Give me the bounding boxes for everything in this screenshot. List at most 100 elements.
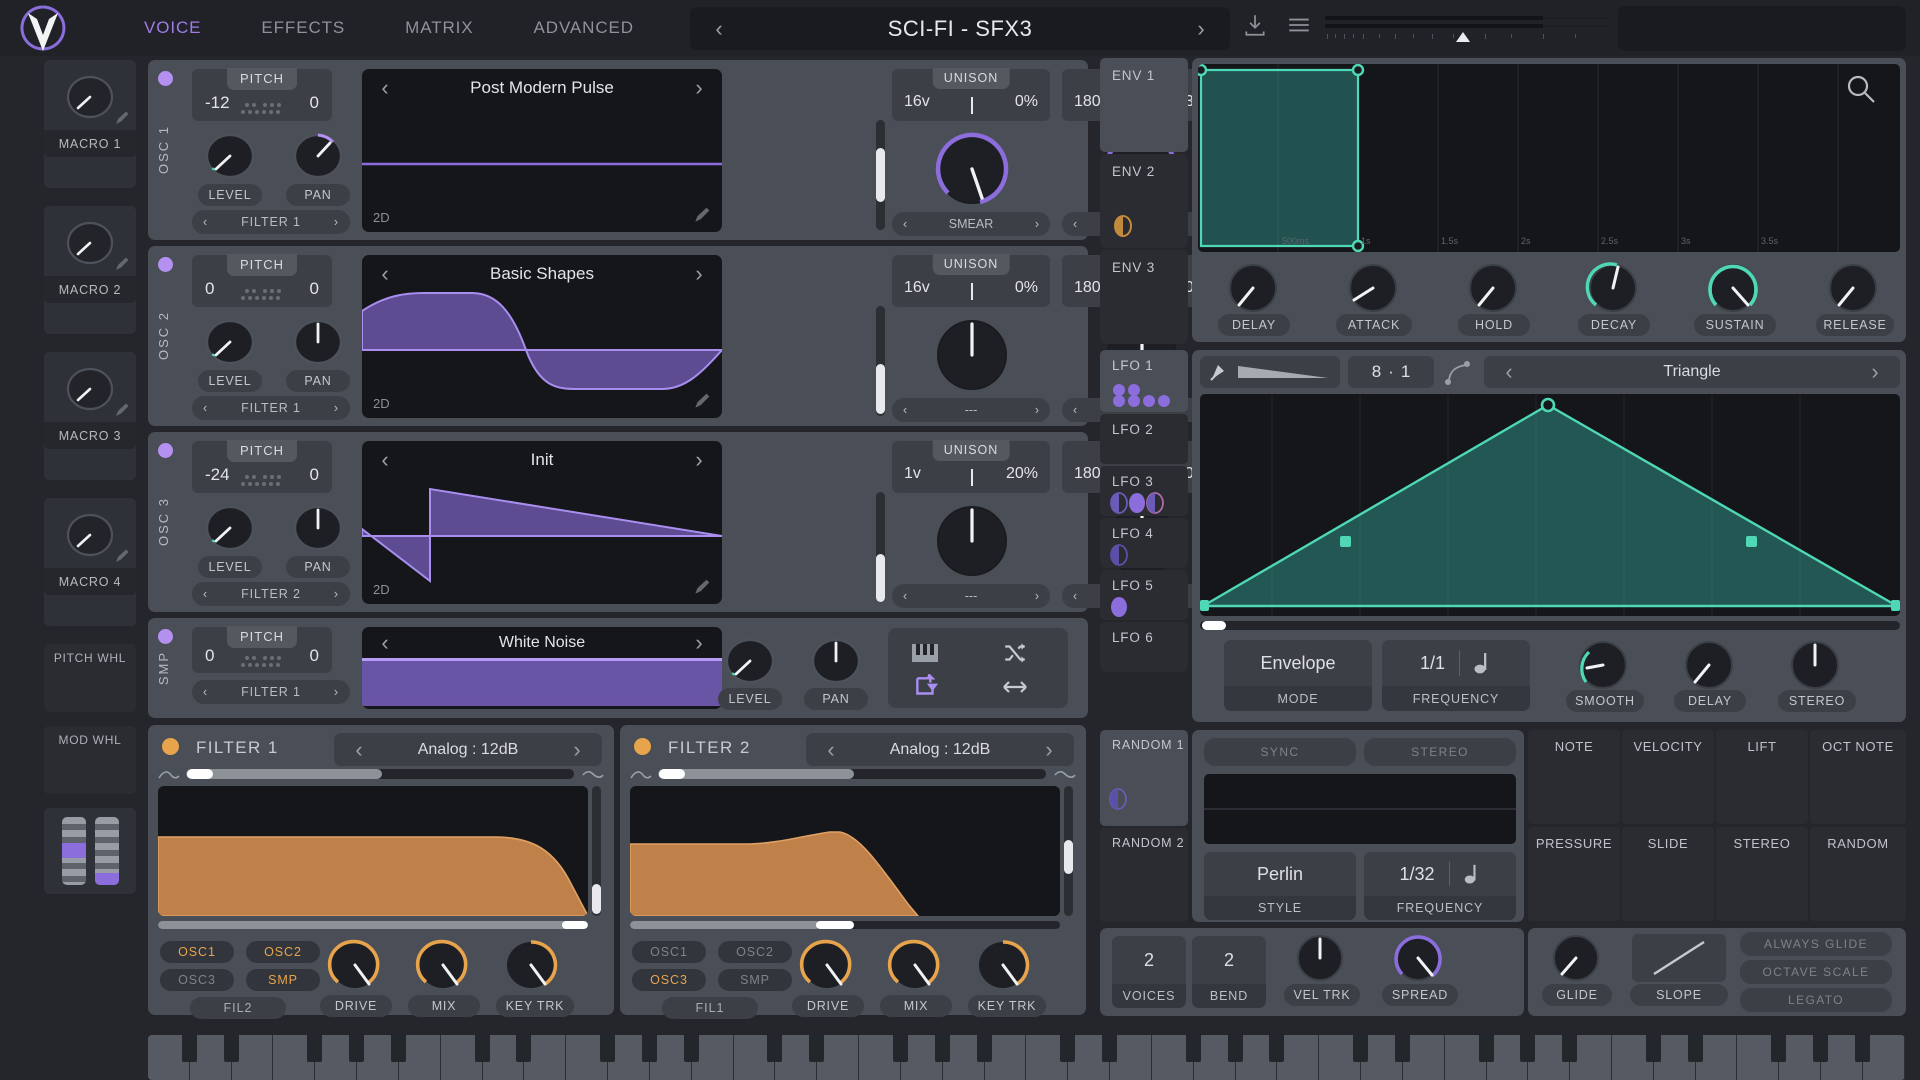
- random-phase-icon[interactable]: [1000, 640, 1030, 666]
- osc-1-edit-icon[interactable]: [693, 206, 711, 224]
- osc-2-pitch-value[interactable]: 0: [205, 279, 214, 299]
- voices-value[interactable]: 2: [1112, 936, 1186, 984]
- osc-2-filter-prev-icon[interactable]: ‹: [203, 401, 208, 415]
- mod-source-pressure[interactable]: PRESSURE: [1528, 827, 1620, 921]
- filter-1-vertical-scroll[interactable]: [592, 786, 601, 916]
- sampler-filter-routing[interactable]: ‹ FILTER 1 ›: [192, 680, 350, 704]
- lfo-tab-4[interactable]: LFO 4: [1100, 518, 1188, 568]
- osc-2-mod2-prev-icon[interactable]: ‹: [1073, 403, 1077, 417]
- osc-2-mod1-next-icon[interactable]: ›: [1035, 403, 1039, 417]
- osc-2-pitch-box[interactable]: PITCH 0 0: [192, 254, 332, 307]
- lfo-5-mod-dot-icon[interactable]: [1108, 596, 1130, 618]
- osc-1-unison-detune[interactable]: 0%: [1015, 93, 1038, 111]
- osc-3-wavetable-scrollbar[interactable]: [876, 492, 885, 602]
- osc-2-mod1-knob[interactable]: [926, 314, 1018, 396]
- mod-source-slide[interactable]: SLIDE: [1622, 827, 1714, 921]
- lfo-tab-3[interactable]: LFO 3: [1100, 466, 1188, 516]
- filter-2-enable-toggle[interactable]: [634, 738, 651, 755]
- preset-name[interactable]: SCI-FI - SFX3: [730, 16, 1190, 42]
- osc-3-tune-value[interactable]: 0: [310, 465, 319, 485]
- random-sync-button[interactable]: SYNC: [1204, 738, 1356, 766]
- keyboard-white-key[interactable]: [273, 1035, 323, 1080]
- osc-1-pan-knob[interactable]: [288, 130, 348, 182]
- osc-2-mod1-prev-icon[interactable]: ‹: [903, 403, 907, 417]
- envelope-delay-knob[interactable]: [1222, 260, 1284, 316]
- sampler-waveform-display[interactable]: ‹ White Noise ›: [362, 627, 722, 709]
- filter-1-drive-knob[interactable]: [324, 937, 386, 993]
- osc-3-pitch-value[interactable]: -24: [205, 465, 230, 485]
- osc-2-unison-voices[interactable]: 16v: [904, 279, 930, 297]
- filter-2-drive-knob[interactable]: [796, 937, 858, 993]
- macro-1[interactable]: MACRO 1: [44, 60, 136, 188]
- osc-3-mod1-prev-icon[interactable]: ‹: [903, 589, 907, 603]
- mod-source-stereo[interactable]: STEREO: [1716, 827, 1808, 921]
- osc-1-smear-selector[interactable]: ‹ SMEAR ›: [892, 212, 1050, 236]
- octave-scale-button[interactable]: OCTAVE SCALE: [1740, 960, 1892, 984]
- envelope-graph[interactable]: 500ms 1s 1.5s 2s 2.5s 3s 3.5s: [1198, 64, 1900, 252]
- vel-trk-knob[interactable]: [1290, 932, 1350, 984]
- filter-1-source-osc2[interactable]: OSC2: [246, 941, 320, 963]
- macro-4[interactable]: MACRO 4: [44, 498, 136, 626]
- keyboard-white-key[interactable]: [440, 1035, 490, 1080]
- glide-slope-graph[interactable]: [1632, 934, 1726, 982]
- osc-2-unison-detune[interactable]: 0%: [1015, 279, 1038, 297]
- osc-3-level-knob[interactable]: [200, 502, 260, 554]
- filter-1-keytrk-knob[interactable]: [500, 937, 562, 993]
- mod-source-oct-note[interactable]: OCT NOTE: [1810, 730, 1906, 824]
- filter-2-vertical-scroll[interactable]: [1064, 786, 1073, 916]
- osc-1-smear-knob[interactable]: [926, 128, 1018, 210]
- osc-3-unison-voices[interactable]: 1v: [904, 465, 921, 483]
- pitch-wheel-source[interactable]: PITCH WHL: [44, 644, 136, 712]
- envelope-release-knob[interactable]: [1822, 260, 1884, 316]
- osc-2-filter-next-icon[interactable]: ›: [334, 401, 339, 415]
- keyboard-tracking-icon[interactable]: [910, 640, 940, 666]
- keyboard-white-key[interactable]: [1026, 1035, 1076, 1080]
- filter-1-source-smp[interactable]: SMP: [246, 969, 320, 991]
- keyboard-white-key[interactable]: [1444, 1035, 1494, 1080]
- osc-1-smear-next-icon[interactable]: ›: [1035, 217, 1039, 231]
- lfo-horizontal-scroll[interactable]: [1200, 621, 1900, 630]
- osc-3-unison-box[interactable]: UNISON 1v 20%: [892, 440, 1050, 493]
- tab-voice[interactable]: VOICE: [114, 12, 231, 44]
- keyboard-white-key[interactable]: [1611, 1035, 1661, 1080]
- macro-3-edit-icon[interactable]: [114, 402, 130, 418]
- osc-1-filter-routing[interactable]: ‹ FILTER 1 ›: [192, 210, 350, 234]
- keyboard-white-key[interactable]: [148, 1035, 197, 1080]
- mod-source-note[interactable]: NOTE: [1528, 730, 1620, 824]
- osc-3-filter-routing[interactable]: ‹ FILTER 2 ›: [192, 582, 350, 606]
- lfo-grid-num-right[interactable]: 1: [1401, 362, 1410, 382]
- filter-1-mode-next-icon[interactable]: ›: [566, 737, 588, 763]
- lfo-4-mod-dot-icon[interactable]: [1108, 544, 1130, 566]
- spread-knob[interactable]: [1388, 932, 1448, 984]
- filter-2-source-osc1[interactable]: OSC1: [632, 941, 706, 963]
- quarter-note-icon[interactable]: [1464, 863, 1481, 885]
- envelope-decay-knob[interactable]: [1582, 260, 1644, 316]
- keyboard-white-key[interactable]: [859, 1035, 908, 1080]
- filter-2-mode-next-icon[interactable]: ›: [1038, 737, 1060, 763]
- lfo-tab-6[interactable]: LFO 6: [1100, 622, 1188, 672]
- download-icon[interactable]: [1242, 10, 1268, 40]
- keyboard-white-key[interactable]: [1151, 1035, 1201, 1080]
- lfo-grid-num-left[interactable]: 8: [1372, 362, 1381, 382]
- random-frequency-value[interactable]: 1/32: [1399, 864, 1434, 885]
- osc-3-wavetable-display[interactable]: ‹ Init › 2D: [362, 441, 722, 604]
- macro-4-edit-icon[interactable]: [114, 548, 130, 564]
- osc-3-pan-knob[interactable]: [288, 502, 348, 554]
- random-graph[interactable]: [1204, 774, 1516, 844]
- mod-source-velocity[interactable]: VELOCITY: [1622, 730, 1714, 824]
- envelope-tab-2[interactable]: ENV 2: [1100, 154, 1188, 248]
- osc-1-tune-value[interactable]: 0: [310, 93, 319, 113]
- filter-1-source-osc1[interactable]: OSC1: [160, 941, 234, 963]
- random-tab-2[interactable]: RANDOM 2: [1100, 828, 1188, 922]
- osc-1-pitch-box[interactable]: PITCH -12 0: [192, 68, 332, 121]
- lfo-shape-selector[interactable]: ‹ Triangle ›: [1484, 356, 1900, 388]
- lfo-graph[interactable]: [1200, 394, 1900, 616]
- keyboard-white-key[interactable]: [733, 1035, 783, 1080]
- lfo-smooth-knob[interactable]: [1572, 638, 1634, 692]
- random-1-mod-dot-icon[interactable]: [1107, 788, 1129, 810]
- bounce-icon[interactable]: [1000, 676, 1030, 698]
- osc-2-edit-icon[interactable]: [693, 392, 711, 410]
- random-tab-1[interactable]: RANDOM 1: [1100, 730, 1188, 826]
- envelope-tab-3[interactable]: ENV 3: [1100, 250, 1188, 344]
- filter-1-enable-toggle[interactable]: [162, 738, 179, 755]
